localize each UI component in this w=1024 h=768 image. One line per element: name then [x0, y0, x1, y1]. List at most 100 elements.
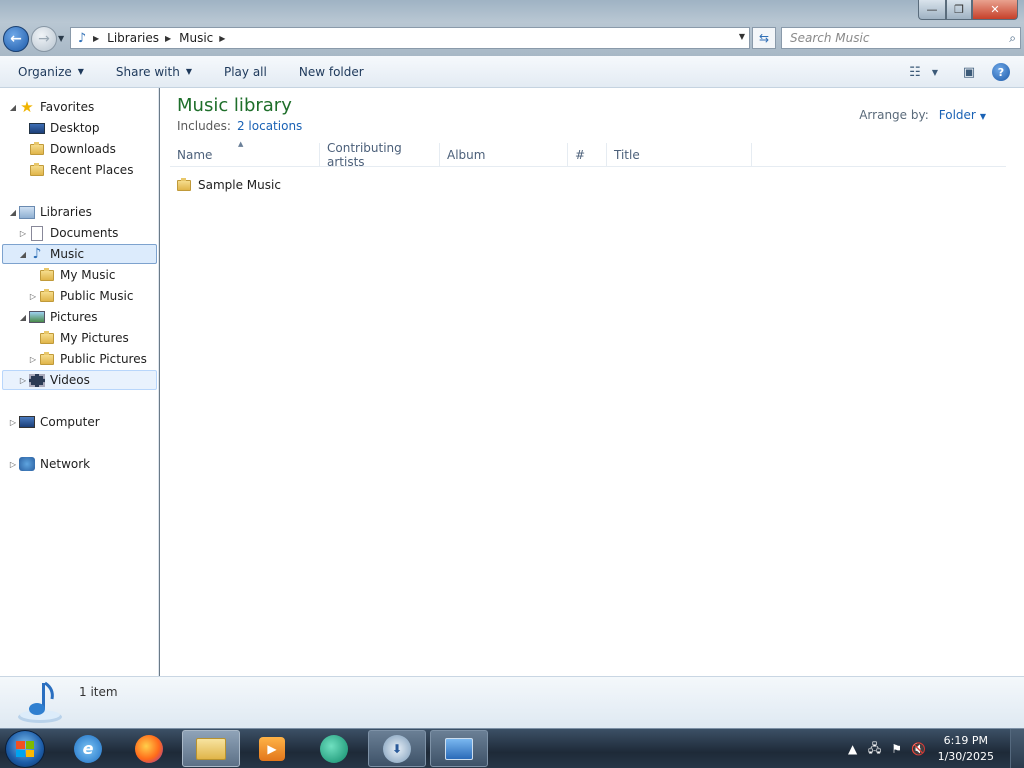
breadcrumb-root-arrow[interactable]: ▶ [93, 34, 103, 43]
system-tray: ▲ 🖧 ⚑ 🔇 6:19 PM 1/30/2025 [842, 729, 1024, 768]
documents-icon [31, 225, 43, 241]
column-header-contributing-artists[interactable]: Contributing artists [320, 141, 440, 169]
windows-explorer-icon [196, 737, 226, 760]
taskbar-windows-explorer[interactable] [182, 730, 240, 767]
expand-right-icon[interactable]: ▷ [8, 460, 18, 469]
library-locations-link[interactable]: 2 locations [237, 119, 302, 133]
search-input[interactable]: Search Music ⌕ [781, 27, 1021, 49]
nav-public-music[interactable]: ▷ Public Music [28, 286, 133, 306]
help-icon: ? [997, 65, 1005, 79]
taskbar-app-teal[interactable] [305, 730, 363, 767]
search-icon[interactable]: ⌕ [1009, 31, 1016, 46]
library-includes: Includes: 2 locations [177, 119, 303, 133]
refresh-button[interactable]: ⇆ [752, 27, 776, 49]
nav-pictures[interactable]: ◢ Pictures [18, 307, 98, 327]
chevron-right-icon[interactable]: ▶ [219, 34, 225, 43]
nav-public-pictures[interactable]: ▷ Public Pictures [28, 349, 147, 369]
address-history-dropdown[interactable]: ▼ [739, 32, 745, 41]
taskbar-internet-explorer[interactable]: e [59, 730, 117, 767]
firefox-icon [135, 734, 163, 763]
back-button[interactable]: ← [3, 26, 29, 52]
expand-down-icon[interactable]: ◢ [8, 103, 18, 112]
refresh-icon: ⇆ [758, 31, 770, 45]
share-with-button[interactable]: Share with ▼ [98, 65, 206, 79]
internet-explorer-icon: e [74, 734, 102, 763]
nav-music[interactable]: ◢ ♪ Music [2, 244, 157, 264]
taskbar-media-player[interactable]: ▶ [243, 730, 301, 767]
show-hidden-icons-button[interactable]: ▲ [842, 742, 864, 756]
arrange-by-dropdown[interactable]: Folder [939, 108, 976, 122]
address-bar[interactable]: ♪ ▶ Libraries ▶ Music ▶ ▼ [70, 27, 750, 49]
show-desktop-button[interactable] [1010, 729, 1024, 768]
nav-desktop[interactable]: Desktop [28, 118, 100, 138]
view-dropdown[interactable]: ▼ [928, 61, 942, 83]
expand-down-icon[interactable]: ◢ [8, 208, 18, 217]
nav-libraries[interactable]: ◢ Libraries [8, 202, 92, 222]
nav-my-pictures[interactable]: My Pictures [38, 328, 129, 348]
expand-right-icon[interactable]: ▷ [8, 418, 18, 427]
breadcrumb-libraries[interactable]: Libraries ▶ [103, 31, 175, 45]
column-header-row: ▲ Name Contributing artists Album # Titl… [170, 140, 1006, 169]
view-options-button[interactable]: ☷ [902, 61, 928, 83]
preview-pane-button[interactable]: ▣ [956, 61, 982, 83]
star-icon: ★ [20, 98, 34, 116]
play-all-button[interactable]: Play all [206, 65, 281, 79]
volume-muted-icon[interactable]: 🔇 [908, 742, 930, 756]
organize-button[interactable]: Organize ▼ [0, 65, 98, 79]
folder-icon [40, 288, 54, 302]
start-button[interactable] [5, 730, 45, 768]
folder-icon [40, 330, 54, 344]
nav-network[interactable]: ▷ Network [8, 454, 90, 474]
close-button[interactable]: ✕ [972, 0, 1018, 20]
expand-right-icon[interactable]: ▷ [18, 376, 28, 385]
nav-documents[interactable]: ▷ Documents [18, 223, 118, 243]
item-count: 1 item [79, 685, 118, 699]
preview-pane-icon: ▣ [962, 64, 976, 80]
recent-places-icon [30, 162, 44, 176]
taskbar-installer[interactable]: ⬇ [368, 730, 426, 767]
nav-favorites[interactable]: ◢ ★ Favorites [8, 97, 94, 117]
column-header-track-number[interactable]: # [568, 143, 607, 167]
file-list-pane: Music library Includes: 2 locations Arran… [160, 88, 1024, 676]
window-controls: — ❐ ✕ [918, 0, 1018, 20]
expand-down-icon[interactable]: ◢ [18, 250, 28, 259]
recent-pages-dropdown[interactable]: ▼ [58, 34, 64, 43]
folder-icon [40, 351, 54, 365]
maximize-button[interactable]: ❐ [946, 0, 972, 20]
nav-recent-places[interactable]: Recent Places [28, 160, 133, 180]
taskbar-control-panel[interactable] [430, 730, 488, 767]
nav-videos[interactable]: ▷ Videos [2, 370, 157, 390]
forward-button[interactable]: → [31, 26, 57, 52]
column-header-name[interactable]: ▲ Name [170, 140, 320, 167]
navigation-pane: ◢ ★ Favorites Desktop Downloads Recent P… [0, 88, 159, 676]
chevron-down-icon[interactable]: ▼ [980, 112, 986, 121]
help-button[interactable]: ? [992, 63, 1010, 81]
nav-my-music[interactable]: My Music [38, 265, 115, 285]
new-folder-button[interactable]: New folder [281, 65, 378, 79]
details-view-icon: ☷ [909, 64, 921, 80]
computer-icon [19, 416, 35, 428]
network-status-icon[interactable]: 🖧 [864, 739, 886, 760]
breadcrumb-music[interactable]: Music ▶ [175, 31, 229, 45]
taskbar-firefox[interactable] [120, 730, 178, 767]
minimize-button[interactable]: — [918, 0, 946, 20]
action-center-flag-icon[interactable]: ⚑ [886, 742, 908, 756]
nav-downloads[interactable]: Downloads [28, 139, 116, 159]
chevron-right-icon[interactable]: ▶ [165, 34, 171, 43]
pictures-icon [29, 311, 45, 323]
expand-right-icon[interactable]: ▷ [18, 229, 28, 238]
music-icon: ♪ [32, 246, 42, 262]
command-bar: Organize ▼ Share with ▼ Play all New folde… [0, 56, 1024, 88]
system-clock[interactable]: 6:19 PM 1/30/2025 [938, 733, 994, 765]
file-list-item[interactable]: Sample Music [177, 175, 281, 195]
nav-computer[interactable]: ▷ Computer [8, 412, 100, 432]
folder-icon [177, 177, 191, 191]
arrow-left-icon: ← [10, 31, 22, 47]
expand-right-icon[interactable]: ▷ [28, 292, 38, 301]
expand-right-icon[interactable]: ▷ [28, 355, 38, 364]
column-header-title[interactable]: Title [607, 143, 752, 167]
column-header-album[interactable]: Album [440, 143, 568, 167]
folder-icon [40, 267, 54, 281]
videos-icon [29, 373, 45, 387]
expand-down-icon[interactable]: ◢ [18, 313, 28, 322]
